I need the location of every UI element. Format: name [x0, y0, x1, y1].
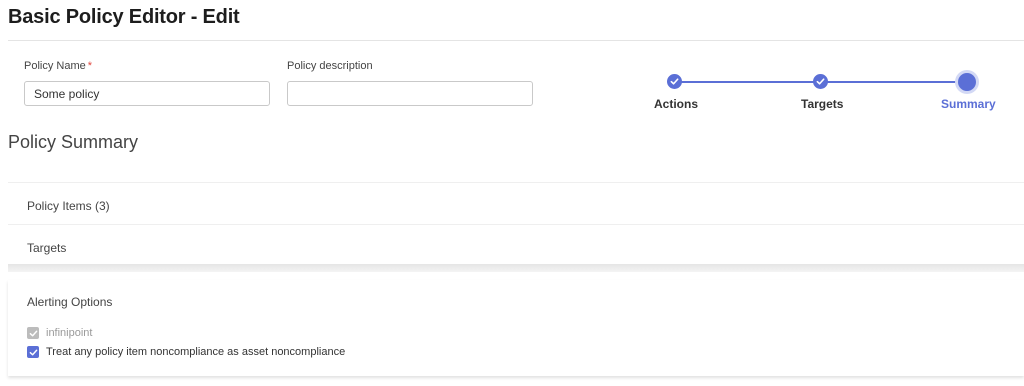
- targets-row[interactable]: Targets: [8, 224, 1024, 266]
- alerting-options-panel: Alerting Options infinipoint Treat any p…: [8, 280, 1024, 376]
- checkmark-icon: [29, 349, 37, 355]
- checkmark-icon: [816, 78, 825, 85]
- step-summary-current-icon[interactable]: [958, 73, 976, 91]
- panel-separator: [8, 264, 1024, 272]
- checkbox-disabled: [27, 327, 39, 339]
- progress-stepper: Actions Targets Summary: [640, 70, 1020, 120]
- policy-description-input[interactable]: [287, 81, 533, 106]
- step-label-actions[interactable]: Actions: [654, 97, 698, 111]
- step-label-summary[interactable]: Summary: [941, 97, 996, 111]
- step-label-targets[interactable]: Targets: [801, 97, 843, 111]
- alert-option-label: infinipoint: [46, 327, 93, 339]
- policy-items-label: Policy Items (3): [27, 199, 110, 213]
- required-marker: *: [87, 60, 93, 72]
- step-connector-1: [674, 81, 820, 83]
- checkmark-icon: [670, 78, 679, 85]
- policy-name-input[interactable]: [24, 81, 270, 106]
- alert-option-label[interactable]: Treat any policy item noncompliance as a…: [46, 346, 345, 358]
- step-targets-check-icon[interactable]: [813, 74, 828, 89]
- alerting-options-title: Alerting Options: [27, 295, 113, 309]
- title-divider: [8, 40, 1024, 41]
- step-actions-check-icon[interactable]: [667, 74, 682, 89]
- targets-label: Targets: [27, 241, 67, 255]
- step-connector-2: [820, 81, 966, 83]
- policy-name-label-text: Policy Name: [24, 60, 86, 72]
- checkbox-checked[interactable]: [27, 346, 39, 358]
- policy-name-label: Policy Name *: [24, 60, 92, 72]
- alert-option-asset-noncompliance[interactable]: Treat any policy item noncompliance as a…: [27, 346, 345, 358]
- checkmark-icon: [29, 330, 37, 336]
- section-title: Policy Summary: [8, 132, 139, 152]
- policy-description-label: Policy description: [287, 60, 373, 72]
- alert-option-infinipoint: infinipoint: [27, 327, 92, 339]
- page-title: Basic Policy Editor - Edit: [8, 6, 240, 28]
- policy-items-row[interactable]: Policy Items (3): [8, 182, 1024, 224]
